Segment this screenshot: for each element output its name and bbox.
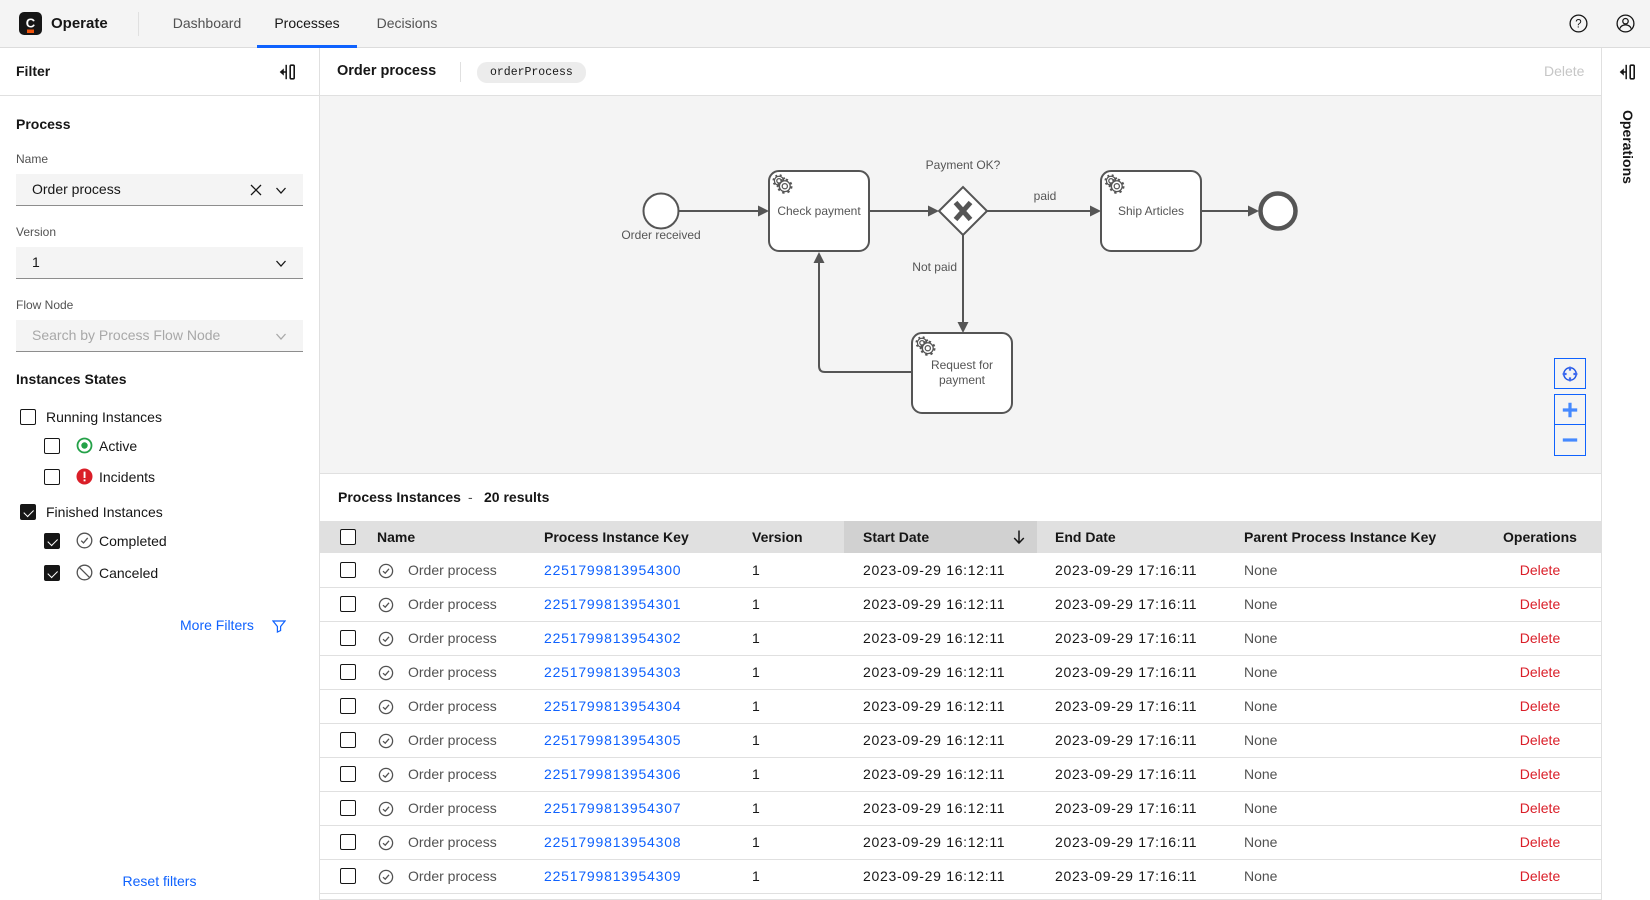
- svg-text:?: ?: [1575, 19, 1581, 31]
- svg-text:Not paid: Not paid: [912, 260, 957, 274]
- svg-text:Request for: Request for: [931, 358, 993, 372]
- svg-text:Ship Articles: Ship Articles: [1118, 204, 1184, 218]
- svg-text:paid: paid: [1034, 189, 1057, 203]
- svg-text:C: C: [26, 16, 36, 31]
- svg-text:Check payment: Check payment: [777, 204, 861, 218]
- svg-text:Order received: Order received: [621, 228, 700, 242]
- svg-text:Payment OK?: Payment OK?: [926, 158, 1001, 172]
- svg-text:payment: payment: [939, 373, 986, 387]
